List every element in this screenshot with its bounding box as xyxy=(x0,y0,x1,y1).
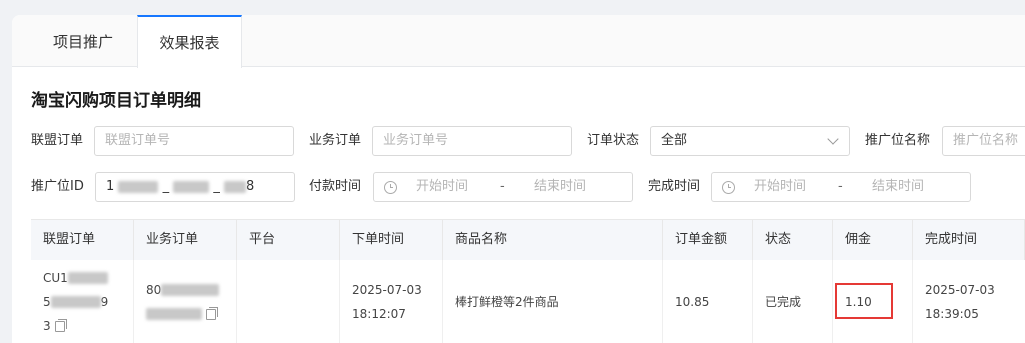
union-order-cell: CU1 5 9 3 xyxy=(31,260,134,343)
finish-time: 18:39:05 xyxy=(925,306,979,321)
finish-time-label: 完成时间 xyxy=(648,179,701,194)
column-header: 下单时间 xyxy=(340,220,443,260)
redacted-text xyxy=(50,296,101,308)
finish-time-cell: 2025-07-03 18:39:05 xyxy=(913,260,1025,343)
table-header: 联盟订单 业务订单 平台 下单时间 商品名称 订单金额 状态 佣金 完成时间 xyxy=(31,219,1025,261)
pay-time-start[interactable]: 开始时间 xyxy=(416,173,468,201)
column-header: 订单金额 xyxy=(663,220,753,260)
redacted-text xyxy=(67,272,108,284)
order-status-label: 订单状态 xyxy=(587,133,640,148)
union-order-text: 3 xyxy=(43,318,51,333)
order-status-value: 全部 xyxy=(661,133,688,148)
redacted-text xyxy=(118,180,159,193)
page-title: 淘宝闪购项目订单明细 xyxy=(31,91,201,111)
column-header: 平台 xyxy=(237,220,340,260)
range-separator: - xyxy=(500,179,505,194)
position-id-sep1: _ xyxy=(162,179,170,194)
tab-bar: 项目推广 效果报表 xyxy=(12,15,1025,68)
tab-project-promotion[interactable]: 项目推广 xyxy=(32,15,134,66)
finish-time-start[interactable]: 开始时间 xyxy=(754,173,806,201)
union-order-input[interactable]: 联盟订单号 xyxy=(94,126,294,156)
column-header: 商品名称 xyxy=(443,220,663,260)
status-cell: 已完成 xyxy=(753,260,833,343)
clock-icon xyxy=(384,181,397,194)
business-order-input[interactable]: 业务订单号 xyxy=(372,126,572,156)
order-date: 2025-07-03 xyxy=(352,282,422,297)
business-order-text: 80 xyxy=(146,282,162,297)
chevron-down-icon xyxy=(827,133,839,145)
order-status-select[interactable]: 全部 xyxy=(650,126,850,156)
copy-icon[interactable] xyxy=(54,318,67,332)
order-time: 18:12:07 xyxy=(352,306,406,321)
business-order-cell: 80 xyxy=(134,260,237,343)
tab-effect-report[interactable]: 效果报表 xyxy=(137,15,242,68)
position-name-input[interactable]: 推广位名称 xyxy=(942,126,1025,156)
union-order-label: 联盟订单 xyxy=(31,133,84,148)
union-order-text: 5 xyxy=(43,294,51,309)
position-id-label: 推广位ID xyxy=(31,179,84,194)
position-id-sep2: _ xyxy=(213,179,220,194)
finish-time-range[interactable]: 开始时间 - 结束时间 xyxy=(711,172,971,202)
column-header: 佣金 xyxy=(833,220,913,260)
union-order-text: CU1 xyxy=(43,270,68,285)
column-header: 完成时间 xyxy=(913,220,1025,260)
pay-time-range[interactable]: 开始时间 - 结束时间 xyxy=(373,172,633,202)
pay-time-label: 付款时间 xyxy=(309,179,362,194)
redacted-text xyxy=(161,284,220,296)
finish-time-end[interactable]: 结束时间 xyxy=(872,173,924,201)
redacted-text xyxy=(223,180,246,193)
union-order-text: 9 xyxy=(100,294,109,309)
redacted-text xyxy=(146,308,202,320)
clock-icon xyxy=(722,181,735,194)
copy-icon[interactable] xyxy=(206,306,218,320)
commission-highlight-box xyxy=(835,283,893,319)
column-header: 联盟订单 xyxy=(31,220,134,260)
redacted-text xyxy=(173,180,210,193)
amount-cell: 10.85 xyxy=(663,260,753,343)
position-name-label: 推广位名称 xyxy=(865,133,931,148)
position-id-prefix: 1 xyxy=(106,179,115,194)
finish-date: 2025-07-03 xyxy=(925,282,995,297)
product-cell: 棒打鲜橙等2件商品 xyxy=(443,260,663,343)
column-header: 业务订单 xyxy=(134,220,237,260)
column-header: 状态 xyxy=(753,220,833,260)
order-time-cell: 2025-07-03 18:12:07 xyxy=(340,260,443,343)
range-separator: - xyxy=(838,179,843,194)
position-id-input[interactable]: 1 _ _ 8 xyxy=(95,172,295,202)
position-id-suffix: 8 xyxy=(245,179,255,194)
business-order-label: 业务订单 xyxy=(309,133,362,148)
pay-time-end[interactable]: 结束时间 xyxy=(534,173,586,201)
platform-cell xyxy=(237,260,340,343)
